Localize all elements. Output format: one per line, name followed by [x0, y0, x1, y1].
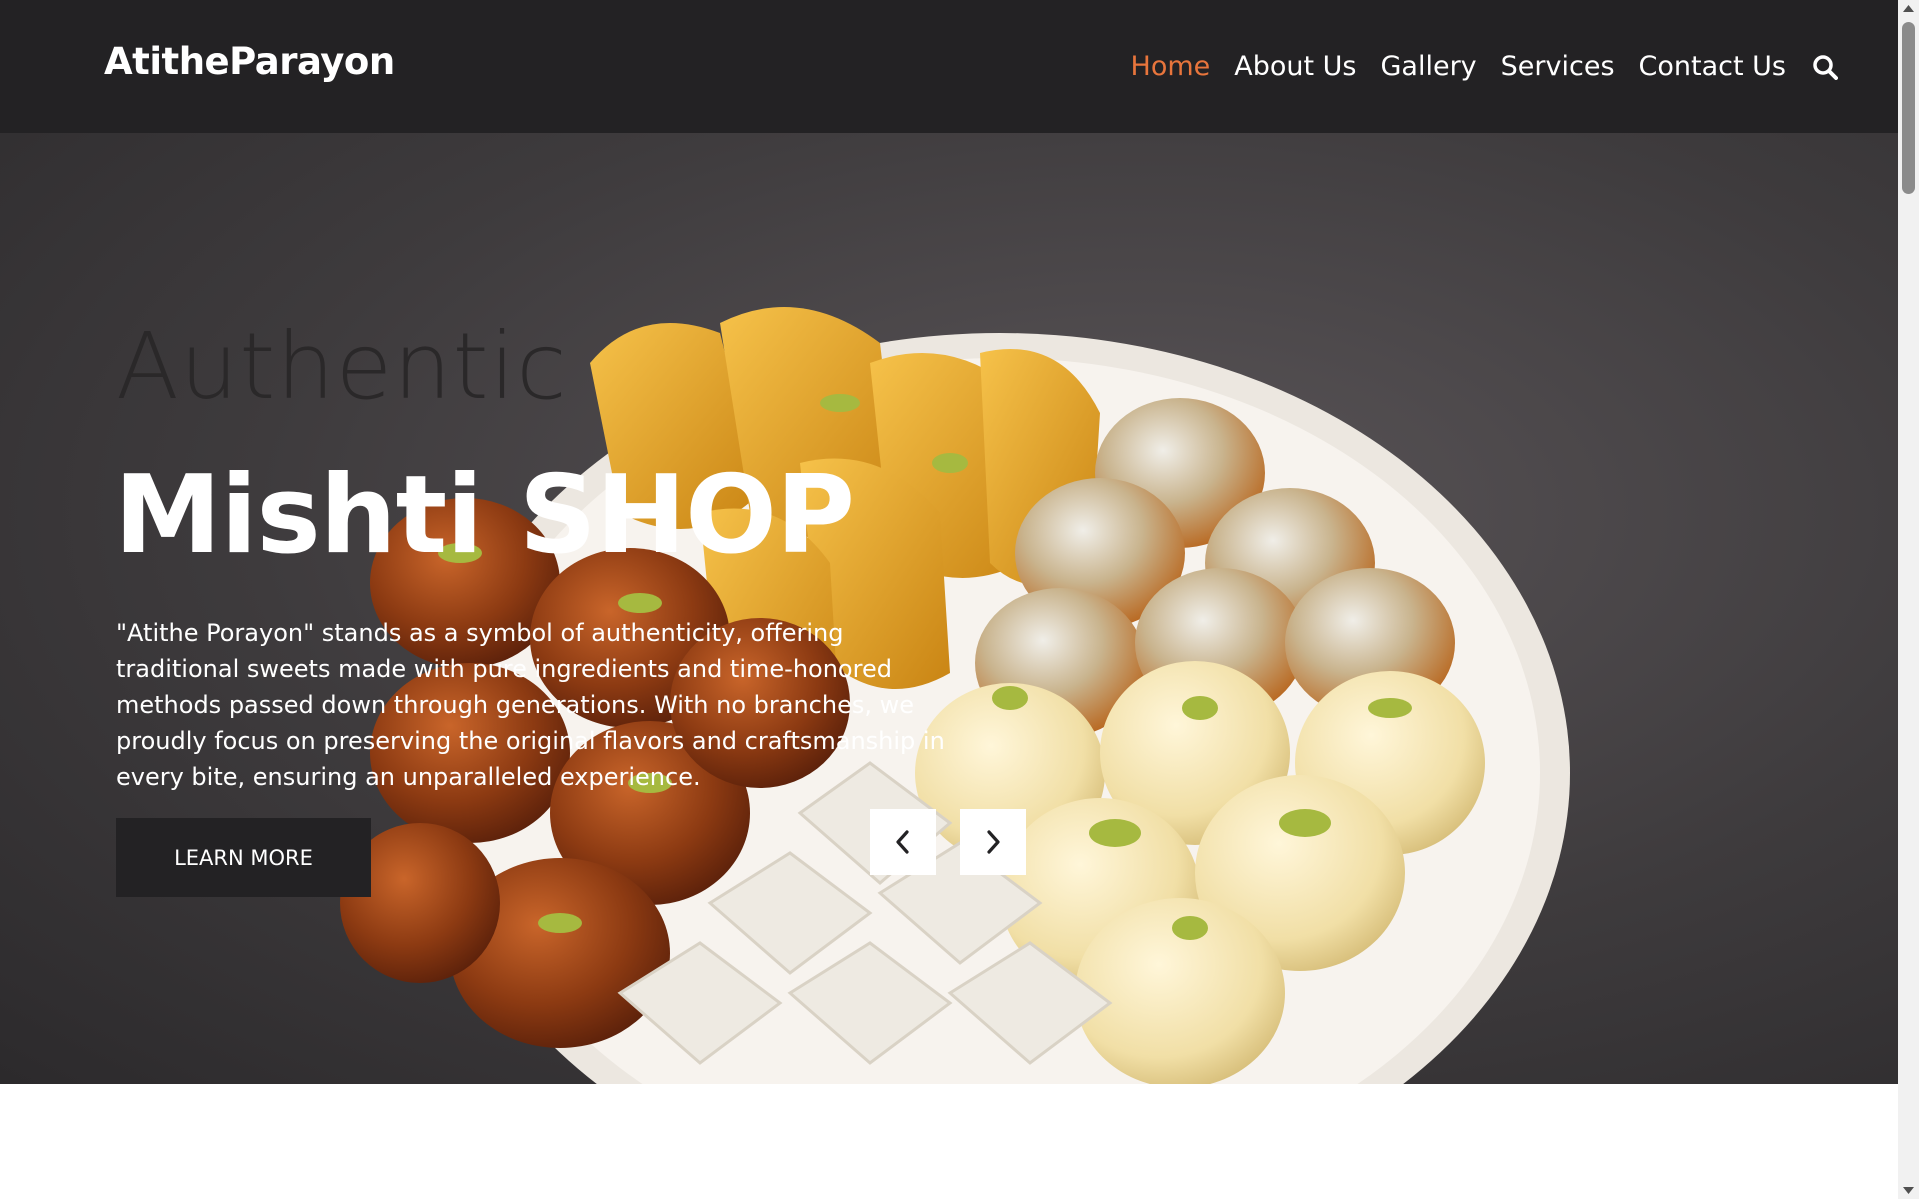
scroll-thumb[interactable] — [1902, 22, 1915, 194]
scroll-down-icon[interactable] — [1898, 1182, 1919, 1199]
hero-description: "Atithe Porayon" stands as a symbol of a… — [116, 619, 945, 791]
nav-contact-us[interactable]: Contact Us — [1639, 51, 1786, 82]
nav-home[interactable]: Home — [1131, 51, 1211, 82]
chevron-right-icon — [987, 830, 1000, 854]
nav-about-us[interactable]: About Us — [1234, 51, 1356, 82]
brand-logo[interactable]: AtitheParayon — [104, 40, 395, 83]
slider-prev-button[interactable] — [870, 809, 936, 875]
learn-more-button[interactable]: LEARN MORE — [116, 818, 371, 897]
hero-title: Mishti SHOP — [114, 453, 855, 578]
sweets-plate-image — [340, 307, 1570, 1084]
search-icon[interactable] — [1810, 52, 1840, 82]
slider-next-button[interactable] — [960, 809, 1026, 875]
main-nav: Home About Us Gallery Services Contact U… — [1107, 0, 1898, 133]
hero-slider: Authentic Mishti SHOP "Atithe Porayon" s… — [0, 133, 1898, 1084]
site-header: AtitheParayon Home About Us Gallery Serv… — [0, 0, 1898, 133]
nav-gallery[interactable]: Gallery — [1381, 51, 1477, 82]
chevron-left-icon — [896, 830, 909, 854]
nav-services[interactable]: Services — [1501, 51, 1615, 82]
page-scrollbar[interactable] — [1898, 0, 1919, 1199]
hero-subtitle: Authentic — [116, 313, 568, 420]
scroll-up-icon[interactable] — [1898, 0, 1919, 17]
